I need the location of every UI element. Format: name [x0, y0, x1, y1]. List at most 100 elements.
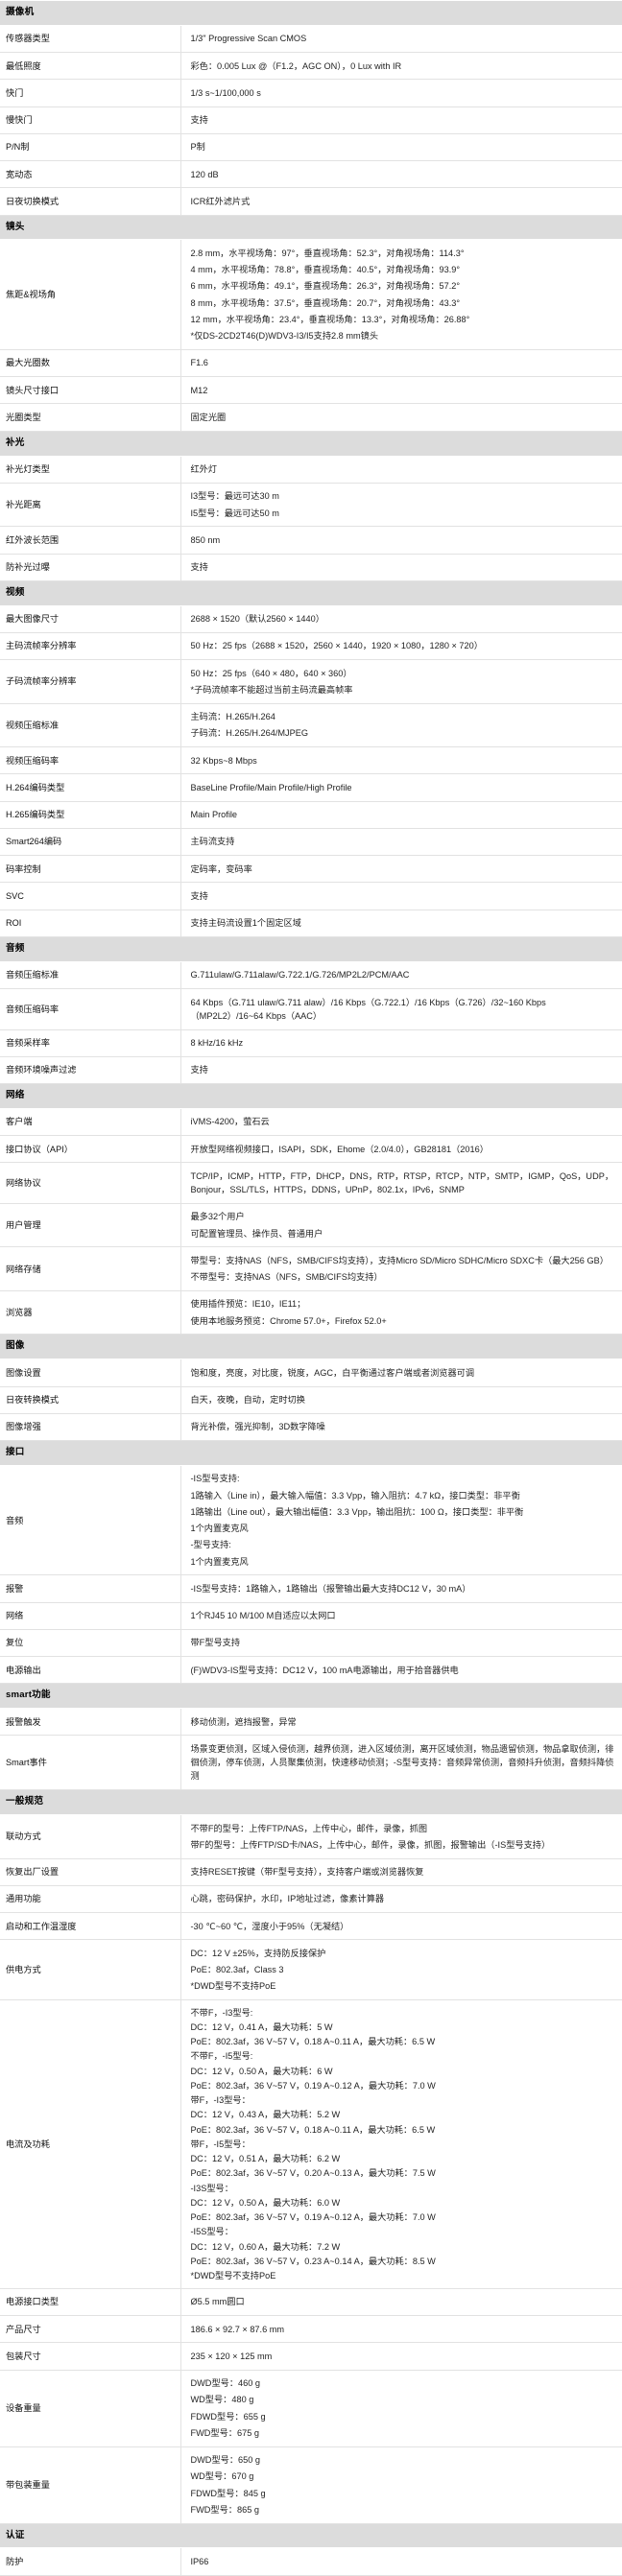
spec-row-lens-mount: 镜头尺寸接口 M12 — [0, 376, 622, 405]
spec-value-line: 50 Hz：25 fps（640 × 480，640 × 360） — [190, 668, 352, 678]
section-header-illuminator: 补光 — [0, 430, 622, 457]
spec-value-line: 支持 — [190, 115, 208, 126]
spec-value-line: 1个内置麦克风 — [190, 1556, 249, 1567]
spec-value-line: -型号支持: — [190, 1540, 231, 1550]
spec-row-power-output: 电源输出 (F)WDV3-IS型号支持：DC12 V，100 mA电源输出，用于拾… — [0, 1656, 622, 1685]
spec-value-line: 1/3" Progressive Scan CMOS — [190, 34, 307, 44]
spec-row-alarm-interface: 报警 -IS型号支持：1路输入，1路输出（报警输出最大支持DC12 V，30 mA… — [0, 1574, 622, 1603]
spec-value-line: PoE：802.3af，36 V~57 V，0.18 A~0.11 A，最大功耗… — [190, 2124, 436, 2135]
spec-label-text: 网络存储 — [6, 1264, 41, 1274]
spec-row-day-night-switch-mode: 日夜切换模式 ICR红外滤片式 — [0, 187, 622, 216]
spec-row-image-enhancement: 图像增强 背光补偿，强光抑制，3D数字降噪 — [0, 1413, 622, 1442]
spec-value-bitrate-control: 定码率，变码率 — [180, 855, 622, 884]
spec-row-h264-profile: H.264编码类型 BaseLine Profile/Main Profile/H… — [0, 773, 622, 802]
spec-value-alarm-trigger: 移动侦测，遮挡报警，异常 — [180, 1708, 622, 1737]
spec-label-text: 音频 — [6, 1515, 24, 1525]
spec-label-h265-profile: H.265编码类型 — [0, 801, 181, 829]
spec-label-audio-compression-standard: 音频压缩标准 — [0, 961, 181, 990]
spec-value-lens-mount: M12 — [180, 376, 622, 405]
spec-label-text: 网络 — [6, 1611, 24, 1621]
spec-value-video-bitrate: 32 Kbps~8 Mbps — [180, 746, 622, 775]
spec-label-ir-wavelength: 红外波长范围 — [0, 526, 181, 555]
spec-value-line: 1路输出（Line out），最大输出幅值：3.3 Vpp，输出阻抗：100 Ω… — [190, 1506, 524, 1517]
spec-label-alarm-interface: 报警 — [0, 1574, 181, 1603]
spec-label-max-image-size: 最大图像尺寸 — [0, 605, 181, 633]
spec-value-line: -IS型号支持: — [190, 1474, 240, 1484]
spec-value-focal-length-and-fov: 2.8 mm，水平视场角：97°，垂直视场角：52.3°，对角视场角：114.3… — [180, 239, 622, 350]
spec-label-text: P/N制 — [6, 142, 30, 153]
spec-value-illuminator-distance: I3型号：最远可达30 m I5型号：最远可达50 m — [180, 483, 622, 528]
spec-label-general-function: 通用功能 — [0, 1885, 181, 1914]
spec-value-line: 12 mm，水平视场角：23.4°，垂直视场角：13.3°，对角视场角：26.8… — [190, 314, 470, 324]
spec-value-aperture-type: 固定光圈 — [180, 403, 622, 432]
spec-label-text: 设备重量 — [6, 2402, 41, 2413]
spec-value-slow-shutter: 支持 — [180, 106, 622, 134]
spec-value-line: 1路输入（Line in），最大输入幅值：3.3 Vpp，输入阻抗：4.7 kΩ… — [190, 1490, 520, 1501]
spec-label-text: 宽动态 — [6, 169, 33, 179]
spec-label-text: 音频压缩码率 — [6, 1004, 60, 1014]
spec-value-power-output: (F)WDV3-IS型号支持：DC12 V，100 mA电源输出，用于拾音器供电 — [180, 1656, 622, 1685]
spec-label-text: 恢复出厂设置 — [6, 1867, 60, 1878]
spec-value-line: 8 kHz/16 kHz — [190, 1038, 244, 1049]
spec-row-max-aperture: 最大光圈数 F1.6 — [0, 349, 622, 378]
spec-value-line: WD型号：480 g — [190, 2395, 254, 2405]
spec-label-text: 接口协议（API） — [6, 1144, 73, 1154]
spec-label-text: 码率控制 — [6, 863, 41, 874]
spec-value-line: DC：12 V，0.50 A，最大功耗：6 W — [190, 2066, 333, 2076]
spec-label-product-dimensions: 产品尺寸 — [0, 2315, 181, 2344]
spec-value-package-dimensions: 235 × 120 × 125 mm — [180, 2342, 622, 2371]
spec-value-line: F1.6 — [190, 358, 208, 368]
spec-value-line: Main Profile — [190, 810, 238, 820]
spec-value-network-protocol: TCP/IP，ICMP，HTTP，FTP，DHCP，DNS，RTP，RTSP，R… — [180, 1162, 622, 1204]
spec-label-audio-noise-filter: 音频环境噪声过滤 — [0, 1056, 181, 1085]
spec-value-line: 移动侦测，遮挡报警，异常 — [190, 1716, 297, 1727]
spec-row-min-illumination: 最低照度 彩色：0.005 Lux @（F1.2，AGC ON），0 Lux wi… — [0, 52, 622, 81]
spec-row-smart264: Smart264编码 主码流支持 — [0, 828, 622, 857]
spec-label-protection-level: 防护 — [0, 2547, 181, 2576]
spec-value-illuminator-type: 红外灯 — [180, 456, 622, 484]
spec-label-text: 防补光过曝 — [6, 562, 50, 573]
spec-row-h265-profile: H.265编码类型 Main Profile — [0, 801, 622, 829]
spec-label-smart264: Smart264编码 — [0, 828, 181, 857]
spec-value-image-settings: 饱和度，亮度，对比度，锐度，AGC，白平衡通过客户端或者浏览器可调 — [180, 1359, 622, 1387]
spec-label-day-night-switch-mode: 日夜切换模式 — [0, 187, 181, 216]
spec-value-smart264: 主码流支持 — [180, 828, 622, 857]
spec-value-anti-overexposure: 支持 — [180, 554, 622, 581]
spec-row-operating-conditions: 启动和工作温湿度 -30 ℃~60 ℃，湿度小于95%（无凝结） — [0, 1912, 622, 1941]
spec-label-main-stream-fps: 主码流帧率分辨率 — [0, 632, 181, 661]
spec-value-line: *仅DS-2CD2T46(D)WDV3-I3/I5支持2.8 mm镜头 — [190, 331, 379, 342]
spec-row-factory-reset: 恢复出厂设置 支持RESET按键（带F型号支持），支持客户端或浏览器恢复 — [0, 1858, 622, 1886]
spec-value-line: Ø5.5 mm圆口 — [190, 2297, 245, 2307]
spec-label-text: 联动方式 — [6, 1832, 41, 1842]
spec-row-user-management: 用户管理 最多32个用户 可配置管理员、操作员、普通用户 — [0, 1203, 622, 1248]
spec-row-anti-overexposure: 防补光过曝 支持 — [0, 554, 622, 581]
section-header-label: smart功能 — [0, 1683, 622, 1710]
spec-row-svc: SVC 支持 — [0, 882, 622, 910]
section-header-audio: 音频 — [0, 935, 622, 962]
spec-value-line: 支持 — [190, 1065, 208, 1075]
spec-label-network-protocol: 网络协议 — [0, 1162, 181, 1204]
spec-value-line: WD型号：670 g — [190, 2471, 254, 2482]
spec-label-text: 子码流帧率分辨率 — [6, 676, 77, 687]
spec-value-line: 带型号：支持NAS（NFS，SMB/CIFS均支持），支持Micro SD/Mi… — [190, 1255, 609, 1265]
spec-row-alarm-trigger: 报警触发 移动侦测，遮挡报警，异常 — [0, 1708, 622, 1737]
spec-value-network-interface: 1个RJ45 10 M/100 M自适应以太网口 — [180, 1602, 622, 1630]
spec-value-line: PoE：802.3af，36 V~57 V，0.19 A~0.12 A，最大功耗… — [190, 2212, 436, 2223]
spec-value-smart-event: 场景变更侦测，区域入侵侦测，越界侦测，进入区域侦测，离开区域侦测，物品遗留侦测，… — [180, 1735, 622, 1791]
spec-value-line: 不带F，-I3型号: — [190, 2007, 253, 2018]
spec-value-line: 子码流：H.265/H.264/MJPEG — [190, 728, 309, 739]
spec-value-audio-compression-standard: G.711ulaw/G.711alaw/G.722.1/G.726/MP2L2/… — [180, 961, 622, 990]
spec-value-line: 白天，夜晚，自动，定时切换 — [190, 1395, 305, 1406]
spec-value-browser: 使用插件预览：IE10，IE11； 使用本地服务预览：Chrome 57.0+，F… — [180, 1290, 622, 1335]
spec-value-operating-conditions: -30 ℃~60 ℃，湿度小于95%（无凝结） — [180, 1912, 622, 1941]
spec-label-package-weight: 带包装重量 — [0, 2446, 181, 2524]
section-header-label: 一般规范 — [0, 1789, 622, 1816]
spec-value-line: DC：12 V，0.43 A，最大功耗：5.2 W — [190, 2110, 341, 2120]
spec-label-text: 最大图像尺寸 — [6, 614, 60, 625]
spec-label-text: 日夜转换模式 — [6, 1395, 60, 1406]
spec-label-power-output: 电源输出 — [0, 1656, 181, 1685]
spec-row-client: 客户端 iVMS-4200，萤石云 — [0, 1108, 622, 1137]
spec-row-aperture-type: 光圈类型 固定光圈 — [0, 403, 622, 432]
spec-value-h264-profile: BaseLine Profile/Main Profile/High Profi… — [180, 773, 622, 802]
spec-value-line: DC：12 V，0.51 A，最大功耗：6.2 W — [190, 2154, 341, 2164]
